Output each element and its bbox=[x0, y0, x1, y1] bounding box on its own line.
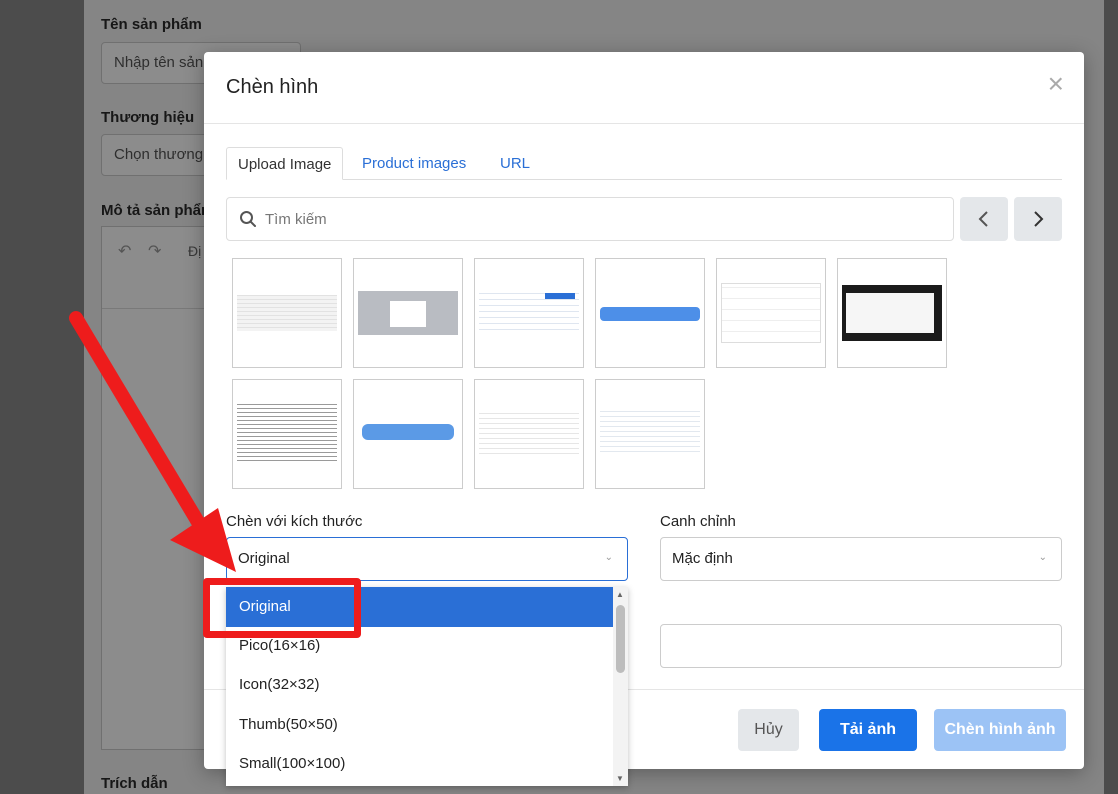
image-thumbnail[interactable] bbox=[232, 258, 342, 368]
size-select-value: Original bbox=[238, 550, 290, 567]
image-thumbnail[interactable] bbox=[595, 258, 705, 368]
image-source-tabs: Upload Image Product images URL bbox=[226, 147, 1062, 180]
insert-image-button[interactable]: Chèn hình ảnh bbox=[934, 709, 1066, 751]
scrollbar-thumb[interactable] bbox=[616, 605, 625, 673]
dropdown-scrollbar[interactable]: ▲ ▼ bbox=[613, 587, 628, 786]
chevron-down-icon: ⌄ bbox=[604, 552, 613, 563]
chevron-left-icon bbox=[978, 211, 988, 227]
next-page-button[interactable] bbox=[1014, 197, 1062, 241]
chevron-down-icon: ⌄ bbox=[1038, 552, 1047, 563]
search-icon bbox=[240, 211, 256, 227]
image-thumbnail[interactable] bbox=[837, 258, 947, 368]
tab-product-images[interactable]: Product images bbox=[351, 147, 477, 180]
image-thumbnail[interactable] bbox=[353, 258, 463, 368]
modal-title: Chèn hình bbox=[226, 76, 319, 98]
prev-page-button[interactable] bbox=[960, 197, 1008, 241]
modal-header: Chèn hình × bbox=[204, 52, 1084, 124]
size-select[interactable]: Original ⌄ bbox=[226, 537, 628, 581]
image-thumbnail[interactable] bbox=[474, 258, 584, 368]
image-attribute-input[interactable] bbox=[660, 624, 1062, 668]
annotation-highlight-box bbox=[203, 578, 361, 638]
scroll-down-icon[interactable]: ▼ bbox=[616, 774, 624, 783]
close-icon[interactable]: × bbox=[1048, 70, 1064, 98]
image-thumbnail[interactable] bbox=[232, 379, 342, 489]
tab-upload-image[interactable]: Upload Image bbox=[226, 147, 344, 180]
size-option-icon[interactable]: Icon(32×32) bbox=[226, 665, 613, 705]
tab-url[interactable]: URL bbox=[489, 147, 541, 180]
cancel-button[interactable]: Hủy bbox=[738, 709, 799, 751]
image-thumbnail[interactable] bbox=[716, 258, 826, 368]
alignment-select[interactable]: Mặc định ⌄ bbox=[660, 537, 1062, 581]
upload-image-button[interactable]: Tải ảnh bbox=[819, 709, 917, 751]
alignment-label: Canh chỉnh bbox=[660, 513, 736, 530]
search-input[interactable] bbox=[265, 198, 945, 240]
search-box bbox=[226, 197, 954, 241]
image-thumbnail[interactable] bbox=[474, 379, 584, 489]
size-option-small[interactable]: Small(100×100) bbox=[226, 744, 613, 784]
size-option-thumb[interactable]: Thumb(50×50) bbox=[226, 705, 613, 745]
size-label: Chèn với kích thước bbox=[226, 513, 363, 530]
image-thumbnail[interactable] bbox=[353, 379, 463, 489]
scroll-up-icon[interactable]: ▲ bbox=[616, 590, 624, 599]
chevron-right-icon bbox=[1034, 211, 1044, 227]
image-thumbnail[interactable] bbox=[595, 379, 705, 489]
alignment-select-value: Mặc định bbox=[672, 550, 733, 567]
